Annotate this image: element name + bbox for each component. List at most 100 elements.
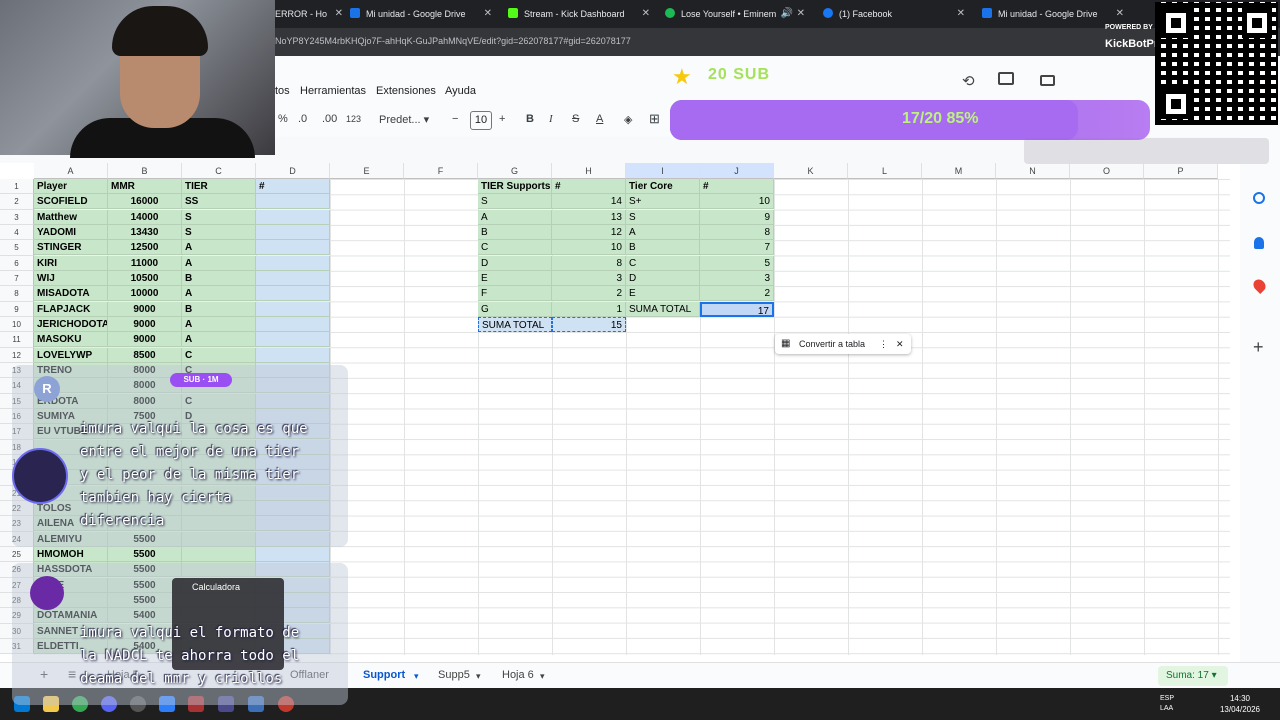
core-count[interactable]: 9 bbox=[700, 209, 774, 225]
player-num[interactable] bbox=[256, 286, 330, 302]
player-num[interactable] bbox=[256, 194, 330, 210]
core-count[interactable]: 10 bbox=[700, 194, 774, 210]
supports-tier[interactable]: G bbox=[478, 301, 552, 317]
player-mmr[interactable]: 9000 bbox=[108, 301, 182, 317]
tab-drive-2[interactable]: Mi unidad - Google Drive ✕ bbox=[982, 2, 1124, 26]
percent-button[interactable]: % bbox=[278, 113, 288, 125]
column-header-i[interactable]: I bbox=[626, 163, 700, 179]
supports-total-value[interactable]: 15 bbox=[552, 316, 626, 332]
close-icon[interactable]: ✕ bbox=[335, 2, 343, 26]
core-tier[interactable]: B bbox=[626, 240, 700, 256]
row-header[interactable]: 3 bbox=[0, 209, 34, 225]
player-mmr[interactable]: 16000 bbox=[108, 194, 182, 210]
comment-icon[interactable] bbox=[998, 72, 1014, 85]
player-mmr[interactable]: 13430 bbox=[108, 224, 182, 240]
supports-tier[interactable]: B bbox=[478, 224, 552, 240]
player-num[interactable] bbox=[256, 255, 330, 271]
core-tier[interactable]: C bbox=[626, 255, 700, 271]
core-total-value[interactable]: 17 bbox=[700, 301, 774, 317]
language-indicator[interactable]: ESP LAA bbox=[1160, 694, 1174, 714]
chevron-down-icon[interactable]: ▾ bbox=[414, 671, 419, 682]
supports-header-num[interactable]: # bbox=[552, 179, 626, 194]
url-text[interactable]: NoYP8Y245M4rbKHQjo7F-ahHqK-GuJPahMNqVE/e… bbox=[275, 36, 631, 46]
player-tier[interactable]: A bbox=[182, 286, 256, 302]
column-header-h[interactable]: H bbox=[552, 163, 626, 179]
player-name[interactable]: SCOFIELD bbox=[34, 194, 108, 210]
tab-error[interactable]: ERROR - Ho ✕ bbox=[275, 2, 343, 26]
row-header[interactable]: 12 bbox=[0, 347, 34, 363]
italic-button[interactable]: I bbox=[549, 113, 553, 125]
row-header[interactable]: 10 bbox=[0, 316, 34, 333]
bold-button[interactable]: B bbox=[526, 113, 534, 125]
close-icon[interactable]: ✕ bbox=[896, 334, 904, 354]
fill-color-icon[interactable]: ◈ bbox=[624, 113, 632, 126]
row-header[interactable]: 4 bbox=[0, 224, 34, 241]
core-count[interactable]: 7 bbox=[700, 240, 774, 256]
column-header-l[interactable]: L bbox=[848, 163, 922, 179]
player-name[interactable]: HMOMOH bbox=[34, 546, 108, 562]
contacts-icon[interactable] bbox=[1254, 237, 1264, 249]
sheet-tab-support[interactable]: Support bbox=[363, 669, 405, 681]
history-icon[interactable]: ⟲ bbox=[962, 72, 975, 90]
column-header-m[interactable]: M bbox=[922, 163, 996, 179]
row-header[interactable]: 9 bbox=[0, 301, 34, 317]
column-header-o[interactable]: O bbox=[1070, 163, 1144, 179]
text-color-button[interactable]: A bbox=[596, 113, 603, 125]
column-header-j[interactable]: J bbox=[700, 163, 774, 179]
header-tier[interactable]: TIER bbox=[182, 179, 256, 194]
row-header[interactable]: 7 bbox=[0, 270, 34, 287]
row-header[interactable]: 8 bbox=[0, 286, 34, 302]
meet-icon[interactable] bbox=[1040, 75, 1055, 86]
player-name[interactable]: JERICHODOTA bbox=[34, 316, 108, 332]
player-tier[interactable]: S bbox=[182, 224, 256, 240]
core-count[interactable]: 3 bbox=[700, 270, 774, 286]
column-header-d[interactable]: D bbox=[256, 163, 330, 179]
player-mmr[interactable]: 9000 bbox=[108, 316, 182, 332]
sheet-tab-hoja6[interactable]: Hoja 6 bbox=[502, 669, 534, 681]
menu-herramientas[interactable]: Herramientas bbox=[300, 85, 366, 97]
player-num[interactable] bbox=[256, 209, 330, 225]
core-header-tier[interactable]: Tier Core bbox=[626, 179, 700, 194]
clock[interactable]: 14:30 13/04/2026 bbox=[1220, 693, 1260, 715]
column-header-b[interactable]: B bbox=[108, 163, 182, 179]
core-tier[interactable]: D bbox=[626, 270, 700, 286]
row-header[interactable]: 25 bbox=[0, 546, 34, 563]
player-mmr[interactable]: 10500 bbox=[108, 270, 182, 286]
player-tier[interactable]: B bbox=[182, 270, 256, 286]
core-count[interactable]: 2 bbox=[700, 286, 774, 302]
more-icon[interactable]: ⋮ bbox=[879, 334, 888, 354]
player-num[interactable] bbox=[256, 316, 330, 332]
menu-extensiones[interactable]: Extensiones bbox=[376, 85, 436, 97]
header-num[interactable]: # bbox=[256, 179, 330, 194]
font-size-input[interactable]: 10 bbox=[470, 111, 492, 130]
player-mmr[interactable]: 10000 bbox=[108, 286, 182, 302]
font-size-increase-button[interactable]: + bbox=[499, 113, 505, 125]
row-header[interactable]: 11 bbox=[0, 332, 34, 348]
font-select[interactable]: Predet... ▾ bbox=[379, 113, 429, 126]
player-num[interactable] bbox=[256, 224, 330, 240]
decrease-decimal-button[interactable]: .0 bbox=[298, 113, 307, 125]
supports-tier[interactable]: D bbox=[478, 255, 552, 271]
core-tier[interactable]: A bbox=[626, 224, 700, 240]
row-header[interactable]: 1 bbox=[0, 179, 34, 195]
sheet-tab-supp5[interactable]: Supp5 bbox=[438, 669, 470, 681]
player-name[interactable]: WIJ bbox=[34, 270, 108, 286]
core-header-num[interactable]: # bbox=[700, 179, 774, 194]
column-header-n[interactable]: N bbox=[996, 163, 1070, 179]
player-mmr[interactable]: 12500 bbox=[108, 240, 182, 256]
core-tier[interactable]: S+ bbox=[626, 194, 700, 210]
player-num[interactable] bbox=[256, 270, 330, 286]
header-player[interactable]: Player bbox=[34, 179, 108, 194]
player-name[interactable]: YADOMI bbox=[34, 224, 108, 240]
supports-count[interactable]: 14 bbox=[552, 194, 626, 210]
core-count[interactable]: 5 bbox=[700, 255, 774, 271]
player-tier[interactable]: A bbox=[182, 240, 256, 256]
player-tier[interactable]: SS bbox=[182, 194, 256, 210]
player-num[interactable] bbox=[256, 332, 330, 348]
player-mmr[interactable]: 8500 bbox=[108, 347, 182, 363]
close-icon[interactable]: ✕ bbox=[957, 2, 965, 26]
row-header[interactable]: 2 bbox=[0, 194, 34, 210]
player-num[interactable] bbox=[256, 240, 330, 256]
row-header[interactable]: 5 bbox=[0, 240, 34, 256]
player-tier[interactable] bbox=[182, 546, 256, 562]
